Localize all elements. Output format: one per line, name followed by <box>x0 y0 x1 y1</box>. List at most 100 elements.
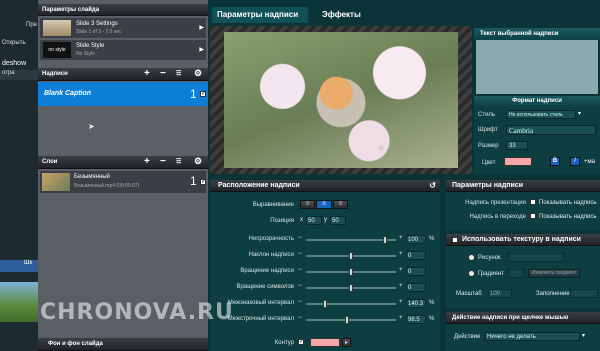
layer-checkbox[interactable]: ✓ <box>200 179 206 185</box>
position-y-field[interactable]: 50 <box>330 216 346 225</box>
remove-icon[interactable]: − <box>160 156 166 167</box>
picture-field[interactable] <box>508 253 564 262</box>
menu-icon[interactable]: ☰ <box>176 158 181 165</box>
preview-label[interactable]: Пре <box>26 22 37 28</box>
plus-icon[interactable]: + <box>399 267 403 273</box>
slider-knob[interactable] <box>345 316 349 324</box>
slider-track[interactable] <box>306 252 396 260</box>
gradient-radio[interactable] <box>468 270 475 277</box>
slider-track[interactable] <box>306 284 396 292</box>
align-right-button[interactable]: ≡ <box>332 200 348 209</box>
tab-caption-params[interactable]: Параметры надписи <box>212 7 308 23</box>
scale-field[interactable]: 100 <box>488 289 512 298</box>
position-x-field[interactable]: 50 <box>306 216 322 225</box>
align-left-button[interactable]: ≡ <box>300 200 316 209</box>
plus-icon[interactable]: + <box>399 251 403 257</box>
texture-checkbox[interactable] <box>452 237 458 243</box>
gradient-label: Градиент <box>478 271 504 277</box>
slider-value-field[interactable]: 0 <box>406 267 426 276</box>
picture-label: Рисунок <box>478 255 501 261</box>
fill-field[interactable] <box>570 289 598 298</box>
more-label[interactable]: +ма <box>584 159 595 165</box>
layer-index: 1 <box>190 174 197 188</box>
color-swatch[interactable] <box>504 157 532 166</box>
plus-icon[interactable]: + <box>399 315 403 321</box>
slider-knob[interactable] <box>383 236 387 244</box>
slider-knob[interactable] <box>349 252 353 260</box>
cursor-icon: ➤ <box>88 122 95 131</box>
preview-image[interactable] <box>224 32 458 168</box>
gear-icon[interactable]: ⚙ <box>194 156 202 167</box>
slider-value-field[interactable]: 140.3 <box>406 299 426 308</box>
slider-value-field[interactable]: 98.5 <box>406 315 426 324</box>
presentation-label: Надпись презентации <box>465 200 526 206</box>
captions-header: Надписи + − ☰ ⚙ <box>38 68 208 81</box>
transition-checkbox[interactable] <box>530 213 536 219</box>
style-select[interactable]: Не использовать стиль <box>506 110 576 119</box>
slider-knob[interactable] <box>349 268 353 276</box>
selected-text-title: Текст выбранной надписи <box>474 28 600 40</box>
style-item-name: Slide Style <box>76 43 105 49</box>
left-strip: Открыть Пре deshow отра Шк <box>0 0 38 351</box>
edit-gradient-button[interactable]: Изменить градиент <box>528 269 580 278</box>
plus-icon[interactable]: + <box>399 299 403 305</box>
cap-params-title: Параметры надписи <box>452 182 523 189</box>
position-label: Позиция <box>270 218 294 224</box>
gradient-swatch[interactable] <box>508 269 524 278</box>
outline-checkbox[interactable]: ✓ <box>298 339 304 345</box>
arrow-right-icon[interactable]: ▶ <box>199 46 204 53</box>
crosshair-icon: ✛ <box>378 144 385 153</box>
add-icon[interactable]: + <box>144 156 150 167</box>
slider-value-field[interactable]: 0 <box>406 251 426 260</box>
bold-button[interactable]: B <box>550 157 560 166</box>
layer-sub: Безымянный.mp4 (00:00:07) <box>74 183 140 189</box>
caption-selected-row[interactable]: Blank Caption 1 ✓ <box>38 82 208 106</box>
left-thumbnail[interactable] <box>0 282 38 322</box>
align-center-button[interactable]: ≡ <box>316 200 332 209</box>
menu-icon[interactable]: ☰ <box>176 70 181 77</box>
slider-track[interactable] <box>306 316 396 324</box>
slide-item[interactable]: Slide 3 Settings Slide 1 of 3 - 7.0 sec … <box>40 18 206 38</box>
slider-unit: % <box>429 300 435 306</box>
style-item[interactable]: no style Slide Style No Style ▶ <box>40 40 206 60</box>
open-label[interactable]: Открыть <box>2 40 26 46</box>
minus-icon[interactable]: − <box>298 267 302 273</box>
layer-item[interactable]: Безымянный Безымянный.mp4 (00:00:07) 1 ✓ <box>40 171 206 193</box>
outline-color-button[interactable]: ▸ <box>342 338 351 347</box>
minus-icon[interactable]: − <box>298 283 302 289</box>
size-select[interactable]: 33 <box>506 141 528 150</box>
outline-color-swatch[interactable] <box>310 338 340 347</box>
chevron-down-icon[interactable]: ▾ <box>578 110 581 117</box>
selected-text-area[interactable] <box>476 40 598 94</box>
plus-icon[interactable]: + <box>399 235 403 241</box>
slider-value-field[interactable]: 0 <box>406 283 426 292</box>
slider-knob[interactable] <box>323 300 327 308</box>
plus-icon[interactable]: + <box>399 283 403 289</box>
cap-params-panel: Надпись презентации Показывать надпись Н… <box>446 192 600 230</box>
slider-track[interactable] <box>306 300 396 308</box>
slider-knob[interactable] <box>349 284 353 292</box>
add-icon[interactable]: + <box>144 68 150 79</box>
transition-show-label: Показывать надпись <box>539 214 597 220</box>
italic-button[interactable]: I <box>570 157 580 166</box>
arrow-right-icon[interactable]: ▶ <box>199 24 204 31</box>
action-select[interactable]: Ничего не делать <box>484 332 580 341</box>
minus-icon[interactable]: − <box>298 251 302 257</box>
caption-checkbox[interactable]: ✓ <box>200 91 206 97</box>
slider-track[interactable] <box>306 268 396 276</box>
font-select[interactable]: Cambria <box>506 125 596 135</box>
slider-value-field[interactable]: 100 <box>406 235 426 244</box>
presentation-checkbox[interactable] <box>530 199 536 205</box>
minus-icon[interactable]: − <box>298 235 302 241</box>
minus-icon[interactable]: − <box>298 315 302 321</box>
slider-track[interactable] <box>306 236 396 244</box>
minus-icon[interactable]: − <box>298 299 302 305</box>
left-tab[interactable]: отра <box>0 70 38 80</box>
reset-icon[interactable]: ↺ <box>429 181 436 190</box>
bottom-label[interactable]: Фон и фон слайда <box>48 341 103 347</box>
gear-icon[interactable]: ⚙ <box>194 68 202 79</box>
picture-radio[interactable] <box>468 254 475 261</box>
tab-effects[interactable]: Эффекты <box>322 10 361 19</box>
chevron-down-icon[interactable]: ▾ <box>582 332 585 339</box>
remove-icon[interactable]: − <box>160 68 166 79</box>
